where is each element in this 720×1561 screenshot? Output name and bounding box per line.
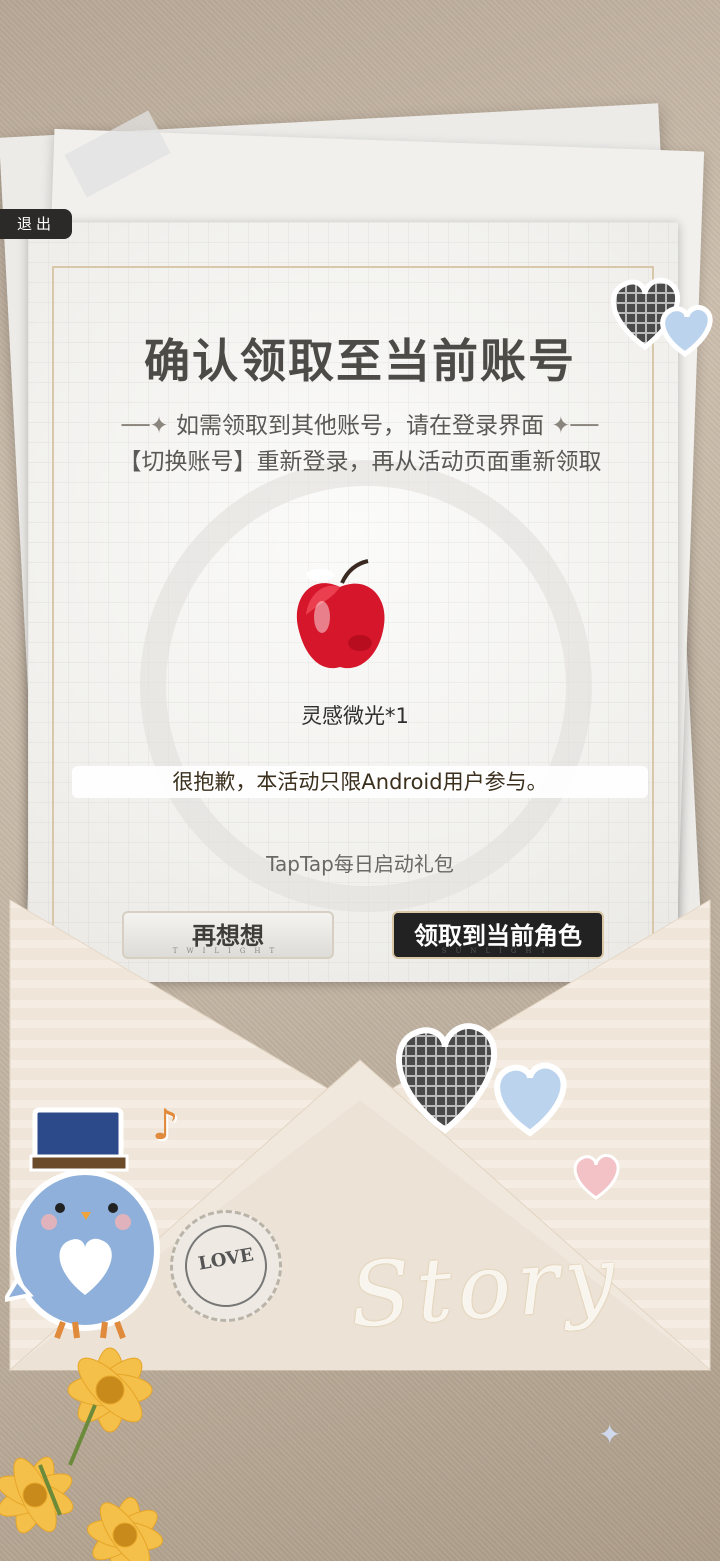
heart-icon: [396, 1023, 567, 1137]
flower-icon: [0, 1347, 164, 1561]
bird-mascot: [5, 1107, 160, 1340]
love-stamp: LOVE: [170, 1210, 282, 1322]
subtitle-line-1: ──✦ 如需领取到其他账号，请在登录界面 ✦──: [121, 413, 599, 439]
heart-icon: [610, 277, 713, 358]
subtitle-line-2: 【切换账号】重新登录，再从活动页面重新领取: [118, 449, 602, 475]
sparkle-right-icon: ✦──: [544, 413, 599, 439]
notice-banner: 很抱歉，本活动只限Android用户参与。: [72, 766, 648, 798]
apple-icon: [290, 555, 390, 685]
story-script: Story: [346, 1225, 624, 1348]
event-name: TapTap每日启动礼包: [266, 852, 454, 876]
heart-icon: [573, 1153, 620, 1200]
exit-button[interactable]: 退出: [0, 209, 72, 239]
sparkle-icon: ✦: [598, 1418, 622, 1451]
moon-watermark: [140, 460, 592, 912]
sparkle-left-icon: ──✦: [121, 413, 176, 439]
reward-label: 灵感微光*1: [301, 704, 409, 728]
